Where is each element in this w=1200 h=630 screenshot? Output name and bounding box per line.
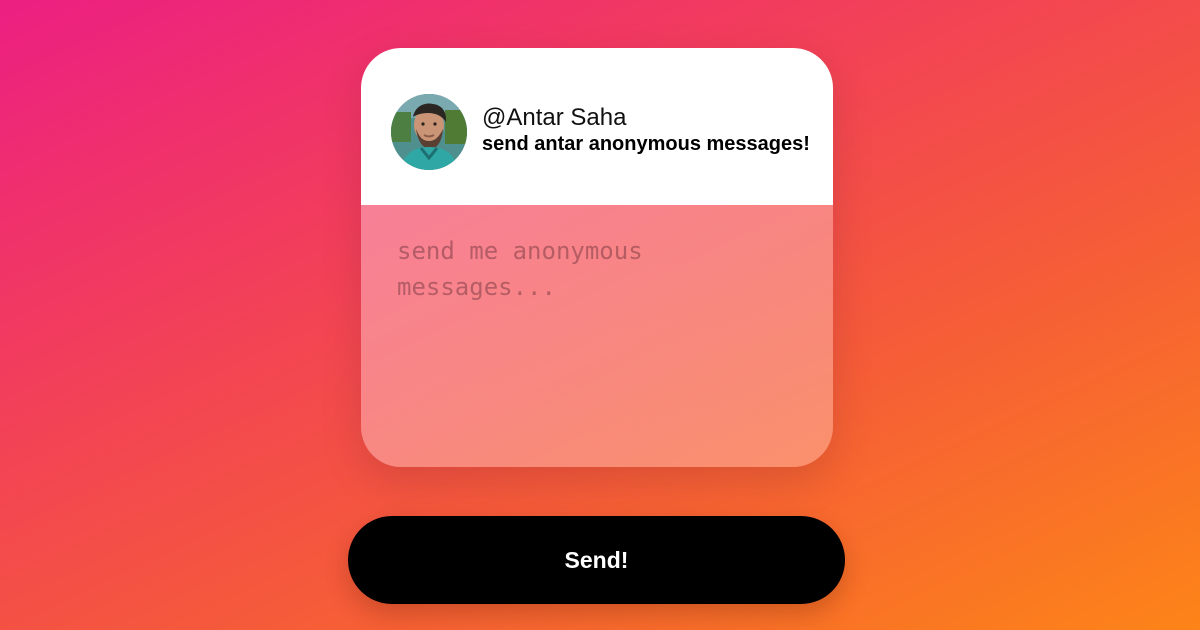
message-card: @Antar Saha send antar anonymous message… [361, 48, 833, 467]
send-button[interactable]: Send! [348, 516, 845, 604]
profile-username: @Antar Saha [482, 104, 627, 131]
profile-photo [391, 94, 467, 170]
message-area [361, 205, 833, 467]
profile-prompt: send antar anonymous messages! [482, 133, 810, 155]
anonymous-message-input[interactable] [397, 233, 797, 443]
profile-avatar [391, 94, 467, 170]
profile-header: @Antar Saha send antar anonymous message… [361, 48, 833, 205]
